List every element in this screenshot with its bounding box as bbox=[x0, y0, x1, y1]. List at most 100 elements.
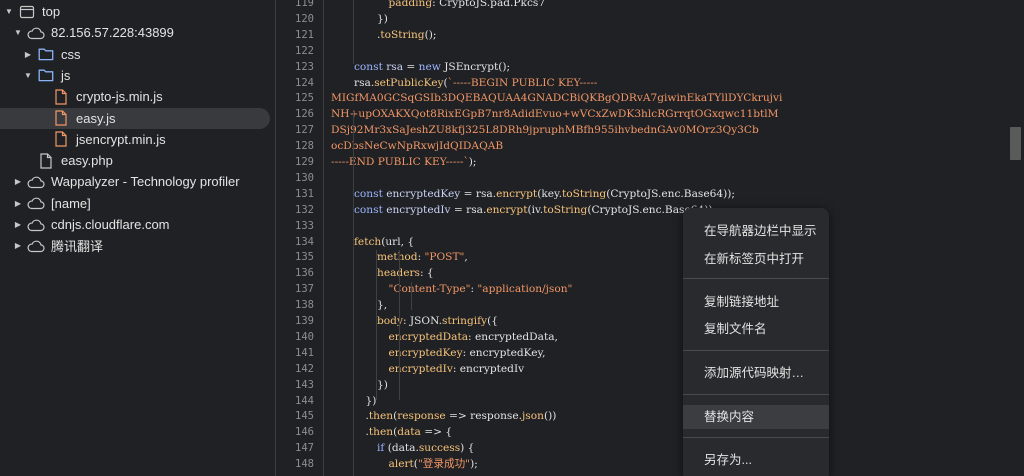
code-token: "登录成功" bbox=[417, 458, 471, 471]
file-tree: ▼ top ▼ 82.156.57.228:43899 ▶ css ▼ js crypto-js… bbox=[0, 0, 276, 476]
line-number: 128 bbox=[295, 140, 314, 153]
collapse-arrow-icon[interactable]: ▶ bbox=[13, 171, 23, 192]
code-line: encryptedKey: encryptedKey, bbox=[389, 345, 546, 361]
code-token: => response. bbox=[445, 410, 522, 423]
code-token: setPublicKey bbox=[374, 76, 444, 89]
code-line: ocDbsNeCwNpRxwjIdQIDAQAB bbox=[331, 138, 503, 154]
expand-arrow-icon[interactable]: ▼ bbox=[4, 1, 14, 22]
code-token: rsa bbox=[354, 76, 371, 89]
tree-item[interactable]: ▶ [name] bbox=[0, 193, 275, 214]
tree-item[interactable]: easy.js bbox=[0, 107, 270, 129]
tree-item[interactable]: ▼ js bbox=[0, 65, 275, 86]
menu-item[interactable]: 替换内容 bbox=[683, 405, 829, 429]
code-token: MIGfMA0GCSqGSIb3DQEBAQUAA4GNADCBiQKBgQDR… bbox=[331, 92, 783, 105]
tree-item-label: [name] bbox=[51, 195, 91, 211]
tree-item[interactable]: ▶ 腾讯翻译 bbox=[0, 235, 275, 256]
code-token: `-----BEGIN PUBLIC KEY----- bbox=[447, 76, 598, 89]
code-token: : encryptedIv bbox=[452, 362, 525, 375]
code-token: JSEncrypt bbox=[444, 60, 499, 73]
menu-separator bbox=[683, 350, 829, 351]
line-number: 127 bbox=[295, 124, 314, 137]
code-token: ocDbsNeCwNpRxwjIdQIDAQAB bbox=[331, 140, 504, 153]
indent-guide bbox=[376, 250, 377, 400]
expand-arrow-icon[interactable]: ▼ bbox=[13, 22, 23, 43]
js-file-icon bbox=[52, 130, 70, 148]
code-token: new bbox=[418, 60, 445, 73]
code-token: if bbox=[377, 442, 388, 455]
line-number: 135 bbox=[295, 251, 314, 264]
code-token: const bbox=[354, 187, 387, 200]
line-number: 131 bbox=[295, 187, 314, 200]
code-line: const encryptedKey = rsa.encrypt(key.toS… bbox=[354, 186, 735, 202]
scrollbar-thumb[interactable] bbox=[1010, 127, 1021, 160]
code-line: const rsa = new JSEncrypt(); bbox=[354, 59, 510, 75]
collapse-arrow-icon[interactable]: ▶ bbox=[13, 214, 23, 235]
line-number: 140 bbox=[295, 330, 314, 343]
indent-guide bbox=[399, 330, 400, 400]
tree-item[interactable]: ▶ cdnjs.cloudflare.com bbox=[0, 214, 275, 235]
tree-item-label: Wappalyzer - Technology profiler bbox=[51, 174, 240, 190]
menu-separator bbox=[683, 278, 829, 279]
tree-item[interactable]: easy.php bbox=[0, 150, 275, 171]
code-line: headers: { bbox=[377, 265, 434, 281]
menu-item[interactable]: 在导航器边栏中显示 bbox=[683, 219, 829, 243]
code-line: encryptedIv: encryptedIv bbox=[389, 361, 525, 377]
line-number: 119 bbox=[295, 0, 314, 9]
tree-item[interactable]: ▼ 82.156.57.228:43899 bbox=[0, 22, 275, 43]
code-token: encryptedData bbox=[388, 330, 469, 343]
tree-item[interactable]: ▶ css bbox=[0, 44, 275, 65]
code-token: "POST" bbox=[424, 251, 465, 264]
line-number: 120 bbox=[295, 12, 314, 25]
tree-item-label: easy.php bbox=[61, 153, 113, 169]
code-token: (data. bbox=[387, 442, 419, 455]
expand-arrow-icon[interactable]: ▼ bbox=[23, 65, 33, 86]
line-number: 148 bbox=[295, 458, 314, 471]
code-line: method: "POST", bbox=[377, 249, 468, 265]
cloud-icon bbox=[27, 24, 45, 42]
code-token: rsa bbox=[386, 60, 404, 73]
code-line: }) bbox=[377, 377, 388, 393]
menu-item[interactable]: 在新标签页中打开 bbox=[683, 247, 829, 271]
code-line: encryptedData: encryptedData, bbox=[389, 329, 558, 345]
code-line: .then(response => response.json()) bbox=[366, 408, 557, 424]
tree-item[interactable]: ▶ Wappalyzer - Technology profiler bbox=[0, 171, 275, 192]
code-token: ); bbox=[470, 458, 478, 471]
code-token: fetch bbox=[354, 235, 382, 248]
menu-item[interactable]: 复制文件名 bbox=[683, 317, 829, 341]
collapse-arrow-icon[interactable]: ▶ bbox=[13, 193, 23, 214]
line-number: 133 bbox=[295, 219, 314, 232]
code-token: : CryptoJS.pad.Pkcs7 bbox=[432, 0, 546, 9]
tree-item-label: crypto-js.min.js bbox=[76, 89, 163, 105]
code-token: = rsa. bbox=[450, 203, 487, 216]
code-line: NH+upOXAKXQot8RixEGpB7nr8AdidEvuo+wVCxZw… bbox=[331, 106, 778, 122]
code-line: MIGfMA0GCSqGSIb3DQEBAQUAA4GNADCBiQKBgQDR… bbox=[331, 90, 782, 106]
code-line: }, bbox=[377, 297, 387, 313]
code-token: (url, { bbox=[381, 235, 415, 248]
collapse-arrow-icon[interactable]: ▶ bbox=[23, 44, 33, 65]
tree-item[interactable]: jsencrypt.min.js bbox=[0, 129, 275, 150]
line-number: 132 bbox=[295, 203, 314, 216]
code-token: toString bbox=[543, 203, 588, 216]
tree-item[interactable]: ▼ top bbox=[0, 1, 275, 22]
code-token: => { bbox=[420, 426, 453, 439]
editor-scrollbar[interactable] bbox=[1009, 0, 1024, 476]
code-token: encryptedIv bbox=[386, 203, 451, 216]
code-token: -----END PUBLIC KEY-----` bbox=[331, 156, 469, 168]
menu-item[interactable]: 复制链接地址 bbox=[683, 290, 829, 314]
code-token: ()) bbox=[543, 410, 557, 423]
menu-item[interactable]: 添加源代码映射… bbox=[683, 361, 829, 385]
menu-item[interactable]: 另存为... bbox=[683, 448, 829, 472]
code-token: : encryptedKey, bbox=[462, 346, 546, 359]
tree-item[interactable]: crypto-js.min.js bbox=[0, 86, 275, 107]
gutter-divider bbox=[323, 0, 324, 476]
code-token: padding bbox=[388, 0, 433, 9]
line-number: 121 bbox=[295, 28, 314, 41]
line-number: 124 bbox=[295, 76, 314, 89]
line-number: 142 bbox=[295, 362, 314, 375]
collapse-arrow-icon[interactable]: ▶ bbox=[13, 235, 23, 256]
code-editor[interactable]: 119 120 121 122 123 124 125 126 127 128 129 130 131 1… bbox=[277, 0, 1024, 476]
